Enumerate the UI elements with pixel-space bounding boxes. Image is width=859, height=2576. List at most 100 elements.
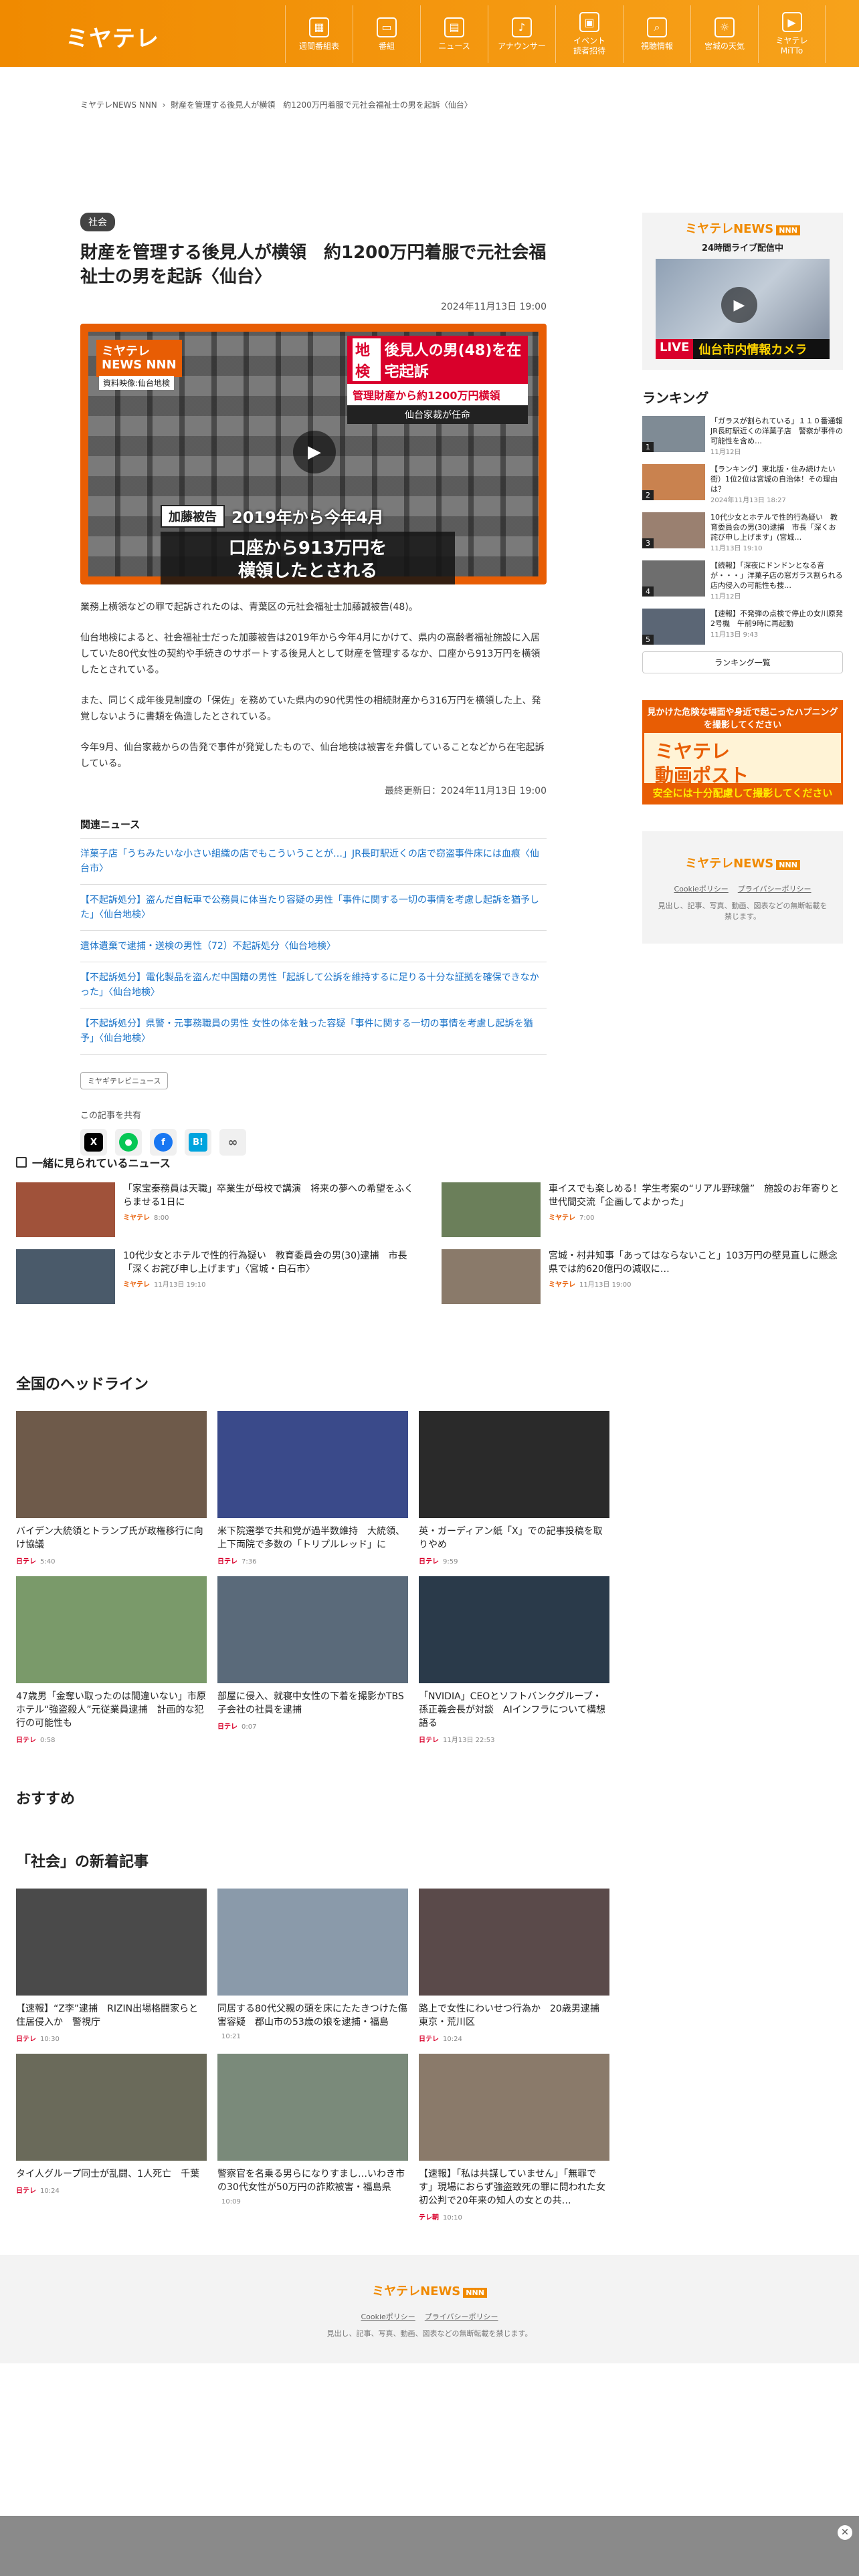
live-subtitle: 24時間ライブ配信中 bbox=[701, 243, 784, 253]
article-paragraph: 業務上横領などの罪で起訴されたのは、青葉区の元社会福祉士加藤誠被告(48)。 bbox=[80, 602, 418, 613]
video-telop-sub: 管理財産から約1200万円横領 bbox=[347, 384, 528, 405]
news-date: 10:10 bbox=[443, 2214, 462, 2222]
news-card[interactable]: 路上で女性にわいせつ行為か 20歳男逮捕 東京・荒川区 日テレ 10:24 bbox=[419, 1889, 609, 2043]
nav-item[interactable]: ⌕ 視聴情報 bbox=[623, 5, 690, 63]
news-card[interactable]: バイデン大統領とトランプ氏が政権移行に向け協議 日テレ 5:40 bbox=[16, 1411, 207, 1566]
play-icon[interactable]: ▶ bbox=[293, 431, 336, 473]
privacy-policy-link[interactable]: プライバシーポリシー bbox=[425, 2311, 498, 2322]
nav-item[interactable]: ▦ 週間番組表 bbox=[285, 5, 353, 63]
article: 社会 財産を管理する後見人が横領 約1200万円着服で元社会福祉士の男を起訴〈仙… bbox=[80, 213, 547, 1156]
cookie-policy-link[interactable]: Cookieポリシー bbox=[361, 2311, 415, 2322]
news-date: 0:07 bbox=[242, 1723, 257, 1731]
related-link[interactable]: 洋菓子店「うちみたいな小さい組織の店でもこういうことが…」JR長町駅近くの店で窃… bbox=[80, 838, 547, 884]
video-post-banner[interactable]: 見かけた危険な場面や身近で起こったハプニングを撮影してください ミヤテレ 動画ポ… bbox=[642, 700, 843, 804]
ranking-more-button[interactable]: ランキング一覧 bbox=[642, 651, 843, 673]
share-x-button[interactable]: X bbox=[80, 1129, 107, 1156]
news-title: 英・ガーディアン紙「X」での記事投稿を取りやめ bbox=[419, 1526, 603, 1550]
ranking-title: 10代少女とホテルで性的行為疑い 教育委員会の男(30)逮捕 市長「深くお詫び申… bbox=[710, 513, 838, 542]
category-badge[interactable]: 社会 bbox=[80, 213, 115, 231]
headlines-grid: バイデン大統領とトランプ氏が政権移行に向け協議 日テレ 5:40 米下院選挙で共和党が… bbox=[16, 1411, 843, 1744]
news-card[interactable]: 【速報】“Z李”逮捕 RIZIN出場格闘家らと住居侵入か 警視庁 日テレ 10:30 bbox=[16, 1889, 207, 2043]
copy-link-button[interactable]: ∞ bbox=[219, 1129, 246, 1156]
ranking-list: 1 「ガラスが割られている」１１０番通報 JR長町駅近くの洋菓子店 警察が事件の可… bbox=[642, 416, 850, 645]
link-icon: ∞ bbox=[227, 1135, 238, 1150]
source-label: 日テレ bbox=[16, 1737, 36, 1744]
nav-item[interactable]: ▤ ニュース bbox=[420, 5, 488, 63]
news-title: 47歳男「金奪い取ったのは間違いない」市原ホテル“強盗殺人”元従業員逮捕 計画的… bbox=[16, 1691, 206, 1729]
article-tag[interactable]: ミヤギテレビニュース bbox=[80, 1072, 169, 1089]
list-icon bbox=[16, 1157, 27, 1168]
watched-item[interactable]: 車イスでも楽しめる！学生考案の“リアル野球盤” 施設のお年寄りと世代間交流「企画… bbox=[442, 1182, 843, 1237]
news-card[interactable]: 同居する80代父親の頭を床にたたきつけた傷害容疑 郡山市の53歳の娘を逮捕・福島… bbox=[217, 1889, 408, 2043]
news-card[interactable]: 警察官を名乗る男らになりすまし…いわき市の30代女性が50万円の詐欺被害・福島県… bbox=[217, 2054, 408, 2222]
ranking-item[interactable]: 1 「ガラスが割られている」１１０番通報 JR長町駅近くの洋菓子店 警察が事件の可… bbox=[642, 416, 850, 457]
watched-item[interactable]: 「家宝秦務員は天職」卒業生が母校で講演 将来の夢への希望をふくらませる1日に ミヤ… bbox=[16, 1182, 417, 1237]
watched-date: 11月13日 19:10 bbox=[154, 1281, 206, 1289]
news-thumbnail bbox=[16, 1411, 207, 1518]
live-thumbnail[interactable]: ▶ LIVE 仙台市内情報カメラ bbox=[656, 259, 830, 359]
ranking-item[interactable]: 5 【速報】不発弾の点検で停止の女川原発2号機 午前9時に再起動 11月13日 9:… bbox=[642, 609, 843, 645]
ranking-item[interactable]: 4 【続報】「深夜にドンドンとなる音が・・・」洋菓子店の窓ガラス割られる 店内侵入… bbox=[642, 560, 850, 602]
news-card[interactable]: 【速報】「私は共謀していません」「無罪です」現場におらず強盗致死の罪に問われた女… bbox=[419, 2054, 615, 2222]
source-label: 日テレ bbox=[419, 2036, 439, 2043]
news-date: 10:24 bbox=[40, 2187, 60, 2195]
shakai-grid: 【速報】“Z李”逮捕 RIZIN出場格闘家らと住居侵入か 警視庁 日テレ 10:30… bbox=[16, 1889, 843, 2222]
play-icon[interactable]: ▶ bbox=[721, 287, 757, 323]
footer-logo[interactable]: ミヤテレNEWS NNN bbox=[0, 2282, 859, 2299]
live-label: LIVE bbox=[656, 339, 694, 359]
nav-item[interactable]: ▶ ミヤテレ MiTTo bbox=[758, 5, 826, 63]
share-facebook-button[interactable]: f bbox=[150, 1129, 177, 1156]
news-card[interactable]: タイ人グループ同士が乱闘、1人死亡 千葉 日テレ 10:24 bbox=[16, 2054, 207, 2222]
share-line-button[interactable]: ● bbox=[115, 1129, 142, 1156]
related-link[interactable]: 【不起訴処分】電化製品を盗んだ中国籍の男性「起訴して公訴を維持するに足りる十分な… bbox=[80, 962, 547, 1008]
recommend-section: おすすめ bbox=[16, 1787, 843, 1808]
news-card[interactable]: 「NVIDIA」CEOとソフトバンクグループ・孫正義会長が対談 AIインフラにつ… bbox=[419, 1576, 609, 1744]
news-date: 7:36 bbox=[242, 1558, 257, 1566]
ranking-item[interactable]: 2 【ランキング】東北版・住み続けたい街）1位2位は宮城の自治体！その理由は？ 20… bbox=[642, 464, 843, 506]
source-label: ミヤテレ bbox=[123, 1214, 150, 1222]
nav-item[interactable]: ▭ 番組 bbox=[353, 5, 420, 63]
related-link[interactable]: 遺体遺棄で逮捕・送検の男性（72）不起訴処分〈仙台地検〉 bbox=[80, 930, 547, 962]
ranking-item[interactable]: 3 10代少女とホテルで性的行為疑い 教育委員会の男(30)逮捕 市長「深くお詫び… bbox=[642, 512, 843, 554]
breadcrumb-current: 財産を管理する後見人が横領 約1200万円着服で元社会福祉士の男を起訴〈仙台〉 bbox=[171, 100, 472, 110]
news-card[interactable]: 47歳男「金奪い取ったのは間違いない」市原ホテル“強盗殺人”元従業員逮捕 計画的… bbox=[16, 1576, 207, 1744]
source-label: 日テレ bbox=[217, 1723, 237, 1731]
watched-item[interactable]: 10代少女とホテルで性的行為疑い 教育委員会の男(30)逮捕 市長「深くお詫び申… bbox=[16, 1249, 417, 1304]
ranking-number: 1 bbox=[642, 442, 654, 452]
breadcrumb-home[interactable]: ミヤテレNEWS NNN bbox=[80, 100, 157, 110]
news-date: 0:58 bbox=[40, 1737, 56, 1744]
live-stream-box[interactable]: ミヤテレNEWS NNN 24時間ライブ配信中 ▶ LIVE 仙台市内情報カメラ bbox=[642, 213, 843, 370]
news-card[interactable]: 英・ガーディアン紙「X」での記事投稿を取りやめ 日テレ 9:59 bbox=[419, 1411, 609, 1566]
watched-item[interactable]: 宮城・村井知事「あってはならないこと」103万円の壁見直しに懸念 県では約620… bbox=[442, 1249, 847, 1304]
news-card[interactable]: 部屋に侵入、就寝中女性の下着を撮影かTBS子会社の社員を逮捕 日テレ 0:07 bbox=[217, 1576, 408, 1744]
nav-item[interactable]: ▣ イベント 読者招待 bbox=[555, 5, 623, 63]
close-icon[interactable]: ✕ bbox=[838, 2525, 852, 2540]
source-label: 日テレ bbox=[16, 1558, 36, 1566]
ranking-thumbnail: 1 bbox=[642, 416, 705, 452]
privacy-policy-link[interactable]: プライバシーポリシー bbox=[738, 883, 812, 894]
video-telop-place: 仙台家裁が任命 bbox=[347, 405, 528, 424]
news-title: 【速報】“Z李”逮捕 RIZIN出場格闘家らと住居侵入か 警視庁 bbox=[16, 2004, 199, 2028]
sidebar-footer-note: 見出し、記事、写真、動画、図表などの無断転載を禁じます。 bbox=[658, 901, 828, 921]
share-hatena-button[interactable]: B! bbox=[185, 1129, 211, 1156]
news-title: 「NVIDIA」CEOとソフトバンクグループ・孫正義会長が対談 AIインフラにつ… bbox=[419, 1691, 605, 1729]
related-link[interactable]: 【不起訴処分】盗んだ自転車で公務員に体当たり容疑の男性「事件に関する一切の事情を… bbox=[80, 884, 547, 930]
nav-item[interactable]: ☼ 宮城の天気 bbox=[690, 5, 758, 63]
tv-icon: ▭ bbox=[377, 17, 397, 37]
news-thumbnail bbox=[217, 2054, 408, 2161]
watched-thumbnail bbox=[442, 1249, 541, 1304]
source-label: 日テレ bbox=[16, 2036, 36, 2043]
site-header: ミヤテレ ▦ 週間番組表 ▭ 番組 ▤ ニュース ♪ アナウンサー ▣ イベント 読者招待 ⌕ 視聴情… bbox=[0, 0, 859, 67]
nav-item-label: 番組 bbox=[378, 41, 395, 51]
news-title: バイデン大統領とトランプ氏が政権移行に向け協議 bbox=[16, 1526, 203, 1550]
video-player[interactable]: ミヤテレ NEWS NNN 資料映像:仙台地検 地検 後見人の男(48)を在宅起訴… bbox=[80, 324, 547, 584]
nav-item-label: アナウンサー bbox=[498, 41, 546, 51]
ranking-heading: ランキング bbox=[642, 390, 709, 406]
nav-item[interactable]: ♪ アナウンサー bbox=[488, 5, 555, 63]
breadcrumb: ミヤテレNEWS NNN › 財産を管理する後見人が横領 約1200万円着服で元… bbox=[80, 99, 475, 110]
related-link[interactable]: 【不起訴処分】県警・元事務職員の男性 女性の体を触った容疑「事件に関する一切の事… bbox=[80, 1008, 547, 1055]
news-card[interactable]: 米下院選挙で共和党が過半数維持 大統領、上下両院で多数の「トリプルレッド」に 日テ… bbox=[217, 1411, 408, 1566]
related-list: 洋菓子店「うちみたいな小さい組織の店でもこういうことが…」JR長町駅近くの店で窃… bbox=[80, 838, 547, 1055]
cookie-policy-link[interactable]: Cookieポリシー bbox=[674, 883, 728, 894]
site-logo[interactable]: ミヤテレ bbox=[66, 20, 159, 53]
